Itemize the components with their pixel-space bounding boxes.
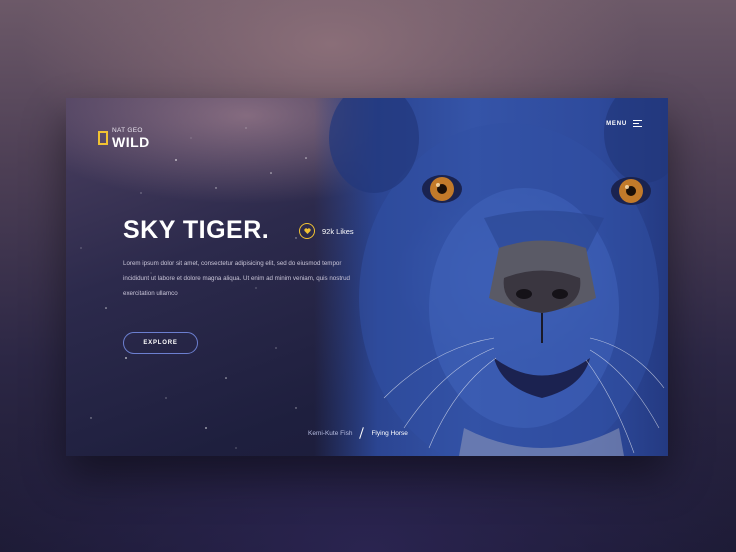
- menu-label: MENU: [606, 120, 627, 127]
- explore-button[interactable]: EXPLORE: [123, 332, 198, 354]
- pager-divider: [359, 427, 365, 439]
- page-title: SKY TIGER.: [123, 216, 270, 244]
- tiger-photo: [314, 98, 668, 456]
- hamburger-icon: [633, 118, 642, 129]
- logo-big-text: WILD: [112, 133, 150, 150]
- likes-button[interactable]: 92k Likes: [299, 223, 354, 239]
- nat-geo-frame-icon: [98, 131, 108, 146]
- prev-slide-link[interactable]: Kemi-Kute Fish: [308, 430, 352, 437]
- likes-count: 92k Likes: [322, 226, 354, 236]
- description-text: Lorem ipsum dolor sit amet, consectetur …: [123, 260, 350, 297]
- brand-logo[interactable]: NAT GEO WILD: [98, 127, 150, 150]
- slide-pager: Kemi-Kute Fish Flying Horse: [308, 427, 408, 439]
- hero-card: NAT GEO WILD MENU SKY TIGER. 92k Likes L…: [66, 98, 668, 456]
- menu-button[interactable]: MENU: [606, 118, 642, 129]
- heart-icon: [299, 223, 315, 239]
- next-slide-link[interactable]: Flying Horse: [371, 430, 407, 437]
- tiger-illustration: [329, 98, 668, 456]
